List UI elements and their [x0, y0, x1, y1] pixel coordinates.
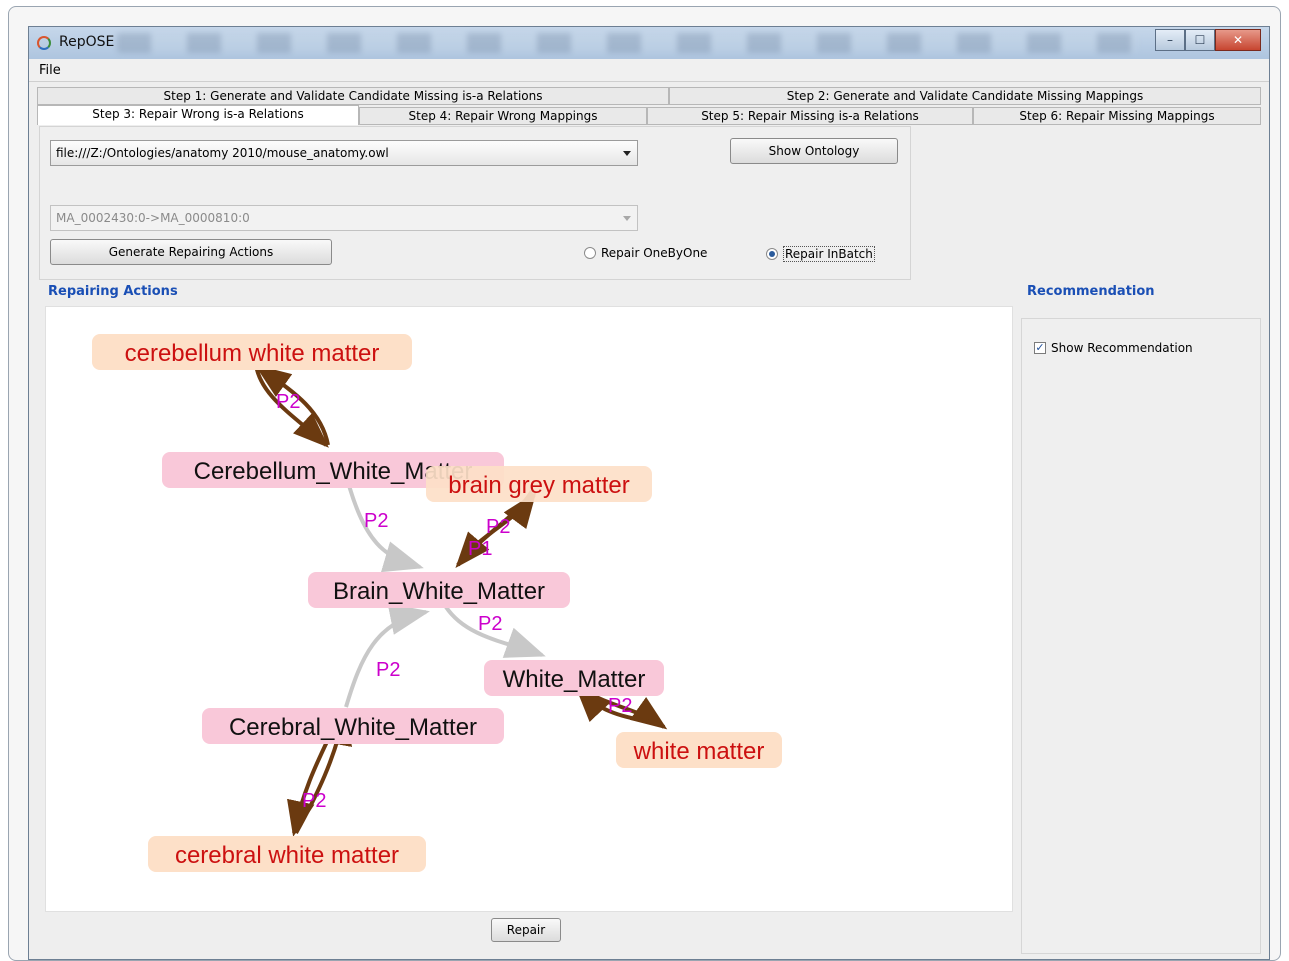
radio-selected-icon [766, 248, 778, 260]
checkmark-icon: ✓ [1034, 341, 1046, 354]
repairing-actions-heading: Repairing Actions [48, 284, 178, 299]
ontology-select[interactable]: file:///Z:/Ontologies/anatomy 2010/mouse… [50, 140, 638, 166]
tab-step-2[interactable]: Step 2: Generate and Validate Candidate … [669, 87, 1261, 105]
edge-label: P1 [468, 538, 492, 560]
maximize-button[interactable]: ☐ [1185, 29, 1215, 51]
window-title: RepOSE [59, 34, 115, 50]
tab-step-1[interactable]: Step 1: Generate and Validate Candidate … [37, 87, 669, 105]
title-bar: RepOSE – ☐ ✕ [29, 27, 1269, 59]
relation-select[interactable]: MA_0002430:0->MA_0000810:0 [50, 205, 638, 231]
graph-node-cerebral-white-matter-concept[interactable]: Cerebral_White_Matter [202, 708, 504, 744]
repair-in-batch-label: Repair InBatch [783, 246, 875, 262]
graph-node-brain-grey-matter[interactable]: brain grey matter [426, 466, 652, 502]
node-label: Brain_White_Matter [333, 578, 545, 605]
graph-node-cerebral-white-matter[interactable]: cerebral white matter [148, 836, 426, 872]
chevron-down-icon [623, 151, 631, 156]
radio-unselected-icon [584, 247, 596, 259]
graph-canvas: cerebellum white matter Cerebellum_White… [92, 334, 782, 872]
repair-in-batch-radio[interactable]: Repair InBatch [766, 246, 875, 262]
minimize-button[interactable]: – [1155, 29, 1185, 51]
ontology-select-value: file:///Z:/Ontologies/anatomy 2010/mouse… [56, 146, 389, 160]
edge-label: P2 [376, 659, 400, 681]
tab-step-6[interactable]: Step 6: Repair Missing Mappings [973, 107, 1261, 125]
tab-step-3[interactable]: Step 3: Repair Wrong is-a Relations [37, 105, 359, 125]
recommendation-panel: ✓ Show Recommendation [1021, 318, 1261, 954]
edge-label: P2 [486, 516, 510, 538]
chevron-down-icon [623, 216, 631, 221]
relation-select-value: MA_0002430:0->MA_0000810:0 [56, 211, 250, 225]
generate-repairing-actions-button[interactable]: Generate Repairing Actions [50, 239, 332, 265]
app-logo-icon [37, 36, 51, 50]
tab-step-5[interactable]: Step 5: Repair Missing is-a Relations [647, 107, 973, 125]
blurred-title-text [117, 33, 1137, 53]
close-button[interactable]: ✕ [1215, 29, 1261, 51]
app-window: RepOSE – ☐ ✕ File Step 1: Generate and V… [28, 26, 1270, 960]
controls-panel: file:///Z:/Ontologies/anatomy 2010/mouse… [39, 126, 911, 280]
repair-button[interactable]: Repair [491, 918, 561, 942]
tabbed-pane: Step 1: Generate and Validate Candidate … [29, 82, 1269, 959]
edge-label: P2 [478, 613, 502, 635]
node-label: brain grey matter [448, 472, 629, 499]
recommendation-heading: Recommendation [1027, 284, 1155, 299]
tab-step-4[interactable]: Step 4: Repair Wrong Mappings [359, 107, 647, 125]
repair-one-by-one-label: Repair OneByOne [601, 246, 708, 260]
graph-node-cerebellum-white-matter[interactable]: cerebellum white matter [92, 334, 412, 370]
menu-file[interactable]: File [39, 63, 61, 78]
show-recommendation-checkbox[interactable]: ✓ Show Recommendation [1034, 341, 1193, 355]
node-label: cerebral white matter [175, 842, 399, 869]
edge-label: P2 [276, 391, 300, 413]
graph-node-brain-white-matter[interactable]: Brain_White_Matter [308, 572, 570, 608]
edge-label: P2 [364, 510, 388, 532]
node-label: cerebellum white matter [125, 340, 380, 367]
graph-node-white-matter[interactable]: white matter [616, 732, 782, 768]
window-controls: – ☐ ✕ [1155, 29, 1261, 51]
node-label: White_Matter [503, 666, 646, 693]
graph-node-white-matter-concept[interactable]: White_Matter [484, 660, 664, 696]
show-recommendation-label: Show Recommendation [1051, 341, 1193, 355]
edge-label: P2 [608, 695, 632, 717]
repair-one-by-one-radio[interactable]: Repair OneByOne [584, 246, 707, 260]
repairing-actions-graph[interactable]: cerebellum white matter Cerebellum_White… [45, 306, 1013, 912]
edge-label: P2 [302, 790, 326, 812]
show-ontology-button[interactable]: Show Ontology [730, 138, 898, 164]
menu-bar: File [29, 59, 1269, 82]
node-label: white matter [633, 738, 765, 765]
node-label: Cerebral_White_Matter [229, 714, 477, 741]
